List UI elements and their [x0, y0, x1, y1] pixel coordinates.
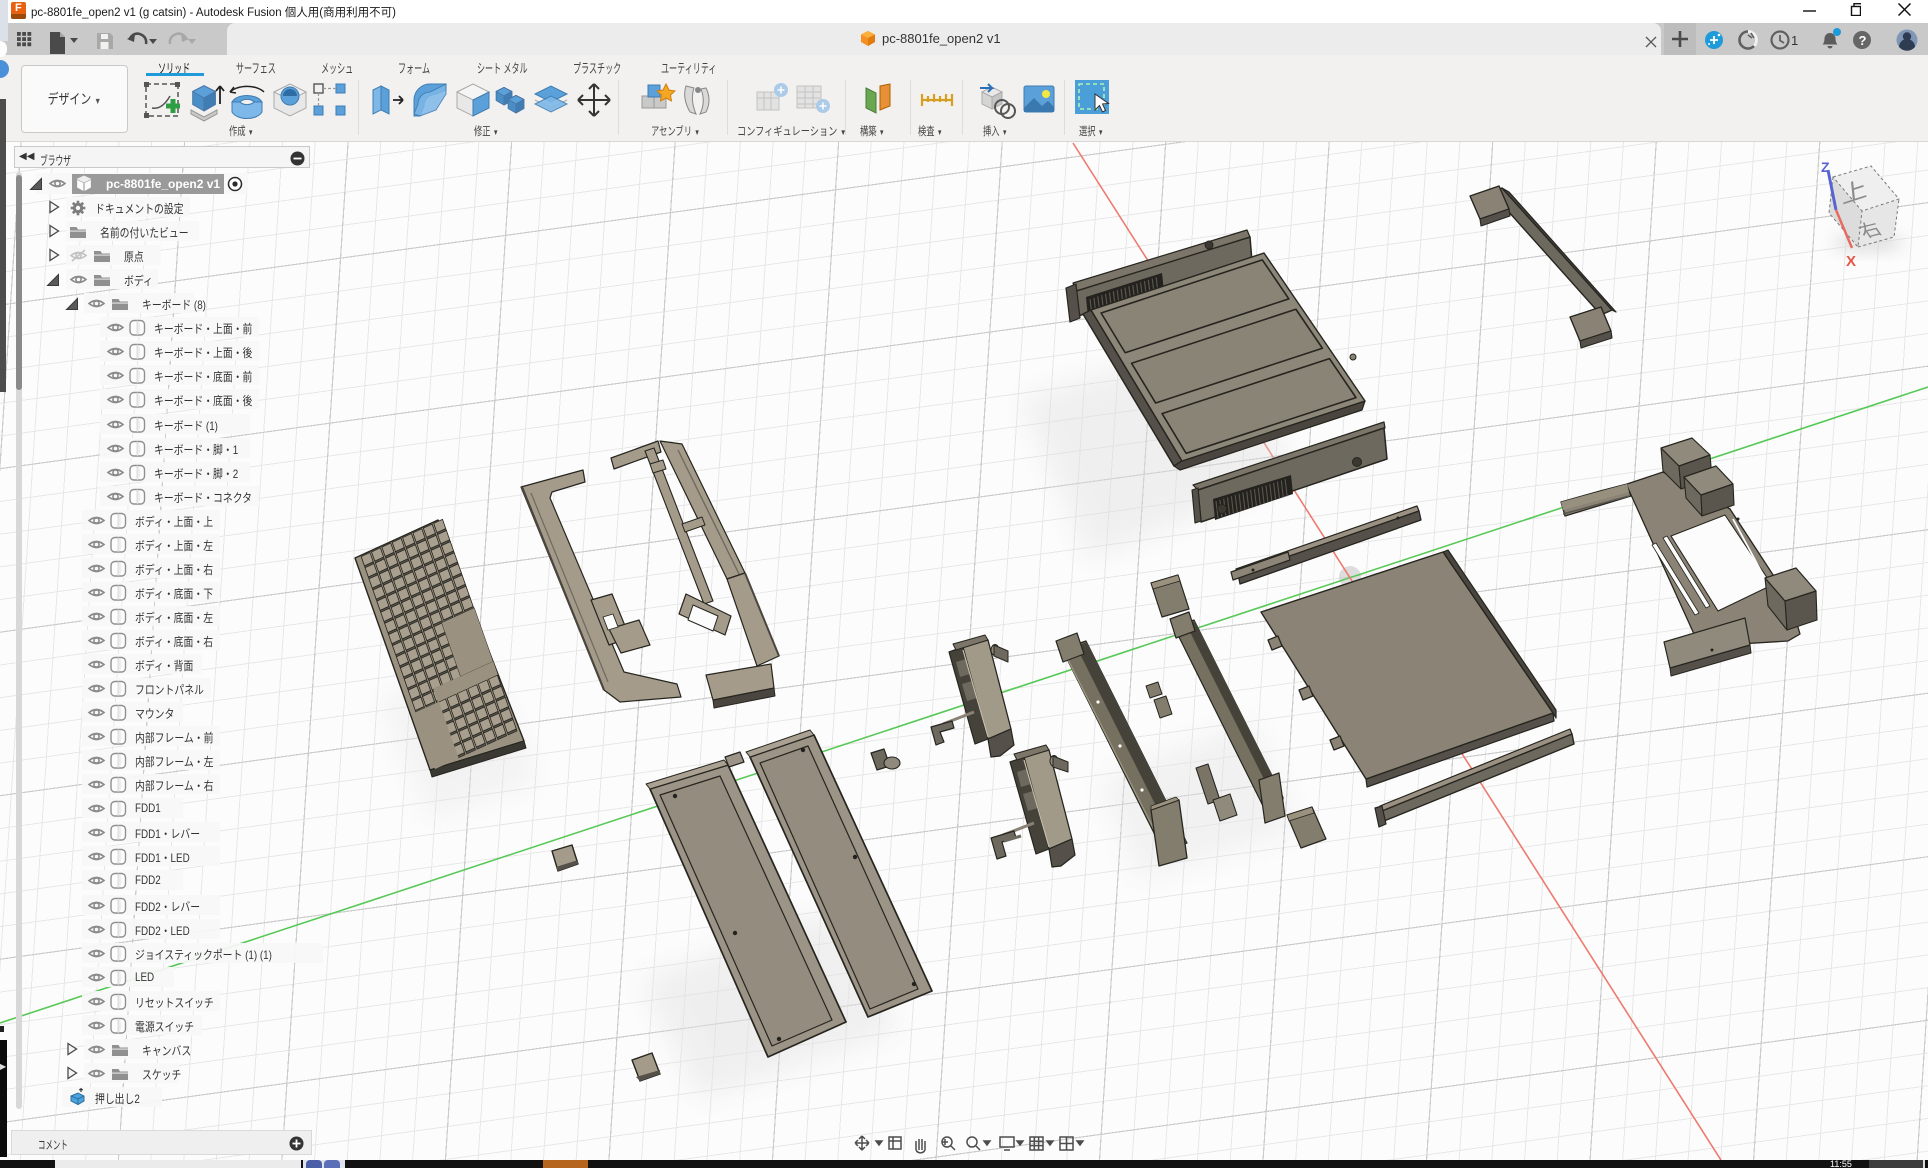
svg-text:Z: Z — [1821, 159, 1830, 175]
svg-text:?: ? — [1859, 33, 1867, 48]
svg-text:1: 1 — [1791, 33, 1798, 48]
svg-text:X: X — [1846, 253, 1856, 270]
